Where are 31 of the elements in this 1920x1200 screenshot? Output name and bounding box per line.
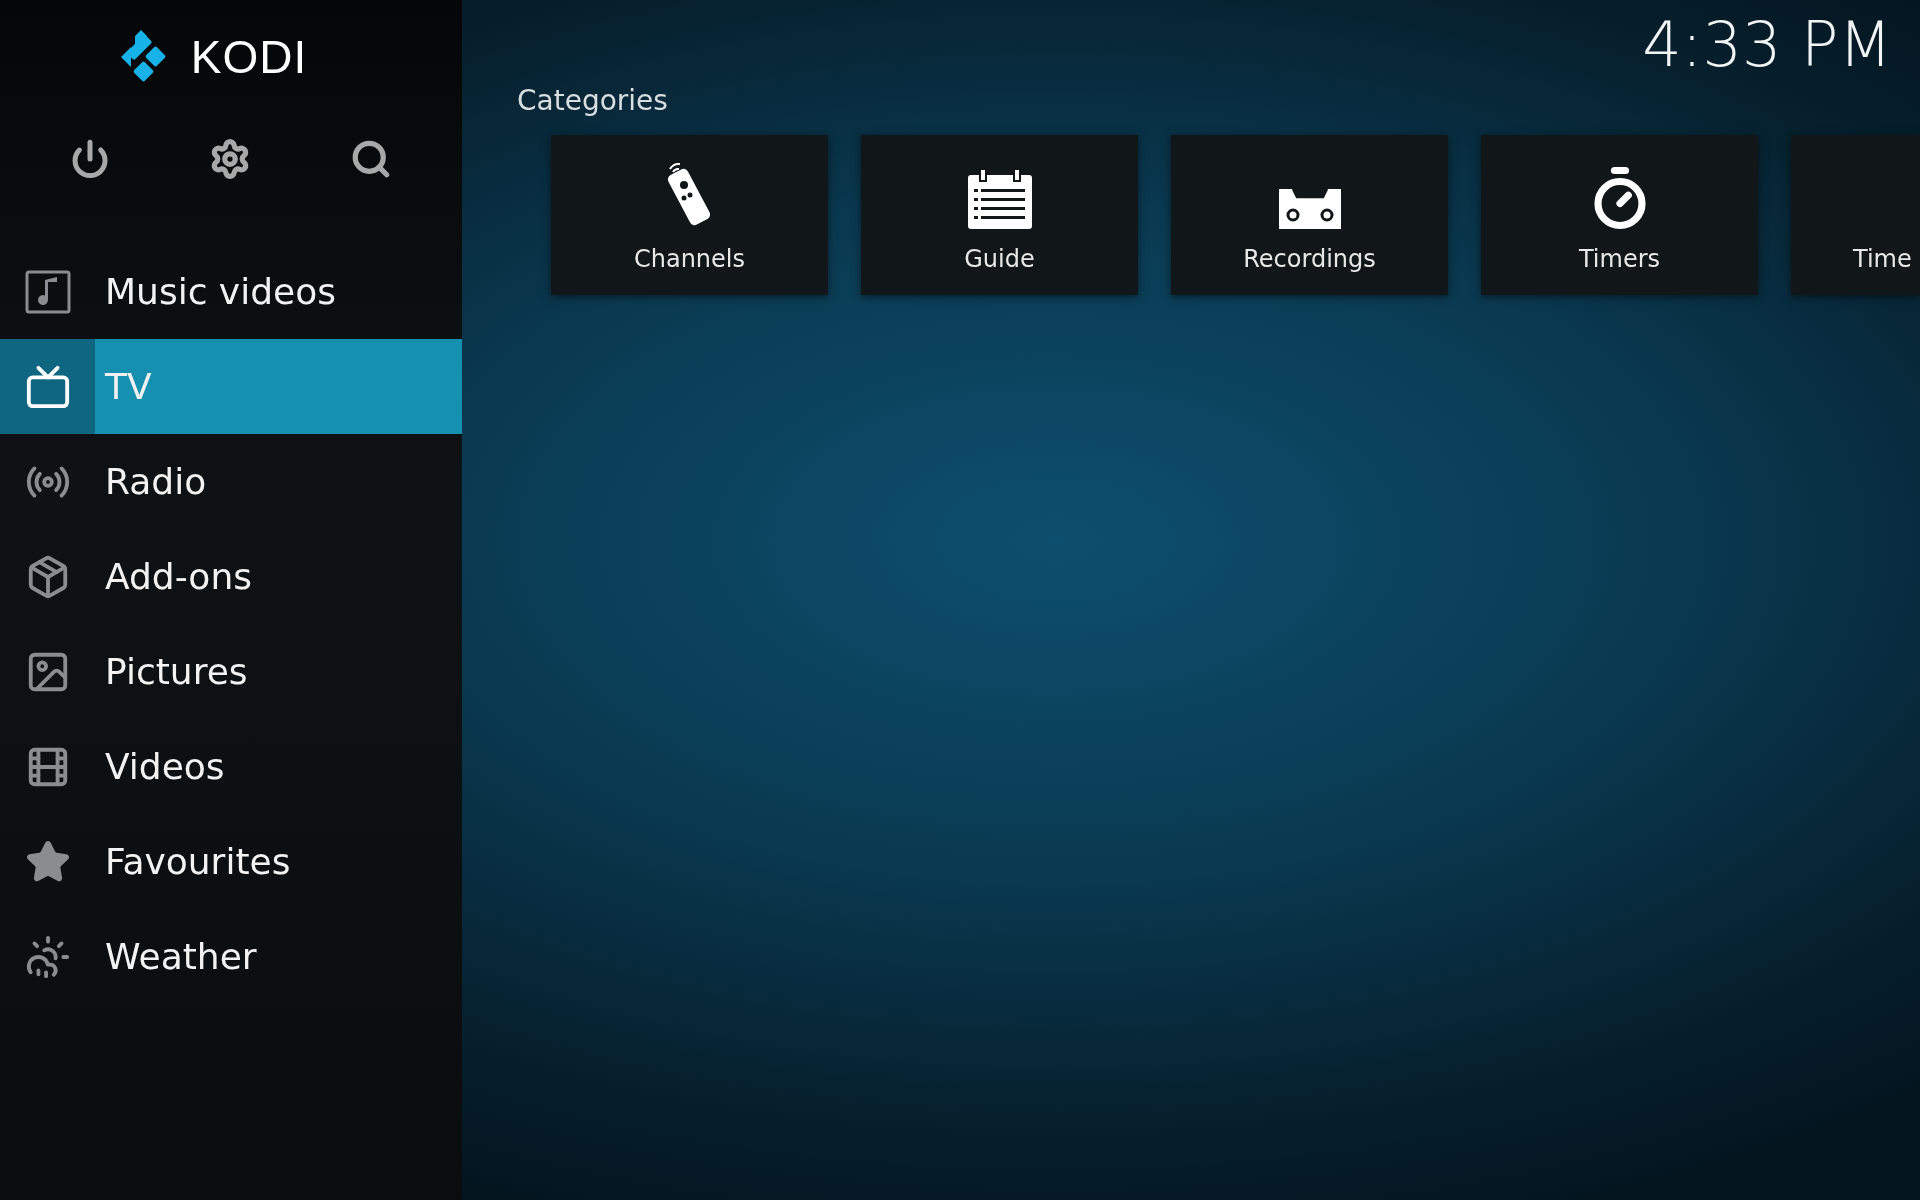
menu-item[interactable]: Weather [0, 909, 462, 1004]
menu-item[interactable]: Favourites [0, 814, 462, 909]
category-tile[interactable]: Recordings [1171, 135, 1448, 295]
tile-label: Channels [633, 245, 745, 273]
menu-item-label: Add-ons [105, 556, 252, 597]
menu-item-label: Music videos [105, 271, 336, 312]
menu-item-label: Radio [105, 461, 207, 502]
category-tile[interactable]: Timers [1481, 135, 1758, 295]
menu-item-label: TV [105, 366, 152, 407]
tile-label: Recordings [1243, 245, 1376, 273]
tile-label: Timers [1578, 245, 1661, 273]
menu-item[interactable]: Videos [0, 719, 462, 814]
tv-icon [24, 363, 71, 410]
menu-item[interactable]: Pictures [0, 624, 462, 719]
weather-icon [24, 933, 71, 980]
menu-item-label: Weather [105, 936, 257, 977]
menu-item[interactable]: Add-ons [0, 529, 462, 624]
calendar-icon [965, 167, 1034, 231]
menu-item-label: Favourites [105, 841, 291, 882]
category-tile[interactable]: Guide [861, 135, 1138, 295]
menu-item[interactable]: Music videos [0, 244, 462, 339]
tile-label: Time [1853, 245, 1912, 273]
menu-item-label: Pictures [105, 651, 248, 692]
section-title: Categories [517, 84, 669, 117]
clock: 4:33 PM [1642, 8, 1892, 81]
menu-item-label: Videos [105, 746, 225, 787]
category-tile[interactable]: Channels [551, 135, 828, 295]
category-tile[interactable]: Time [1791, 135, 1920, 295]
logo-text: KODI [190, 30, 308, 84]
tile-label: Guide [964, 245, 1035, 273]
menu-item[interactable]: Radio [0, 434, 462, 529]
